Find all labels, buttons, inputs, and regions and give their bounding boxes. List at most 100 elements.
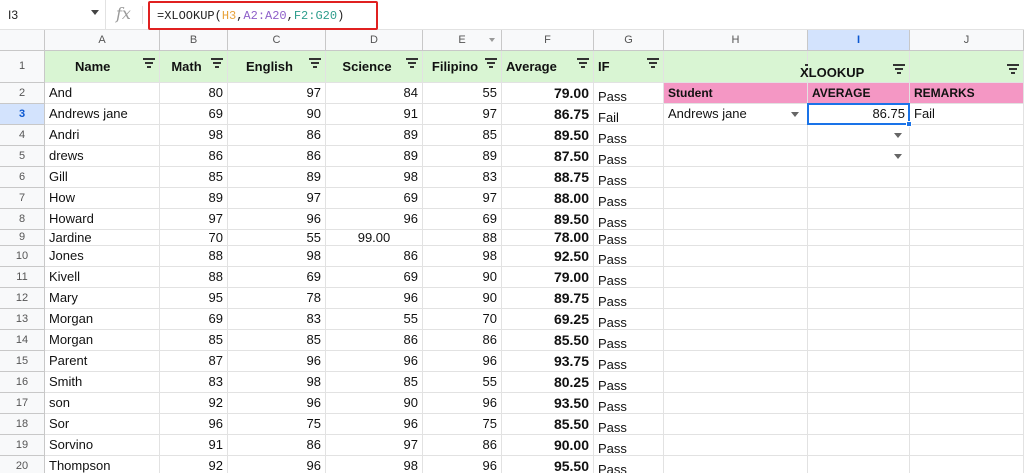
if-cell[interactable]: Pass [594,230,664,246]
name-cell[interactable]: son [45,393,160,414]
name-cell[interactable]: drews [45,146,160,167]
science-cell[interactable]: 98 [326,456,423,473]
science-cell[interactable]: 90 [326,393,423,414]
math-cell[interactable]: 96 [160,414,228,435]
row-header-18[interactable]: 18 [0,414,45,435]
filter-icon[interactable] [309,58,321,68]
empty-cell[interactable] [664,209,808,230]
name-cell[interactable]: Gill [45,167,160,188]
filipino-cell[interactable]: 97 [423,104,502,125]
empty-cell[interactable] [910,246,1024,267]
empty-cell[interactable] [910,393,1024,414]
filipino-cell[interactable]: 96 [423,456,502,473]
math-cell[interactable]: 88 [160,246,228,267]
name-cell[interactable]: Jones [45,246,160,267]
column-header-i[interactable]: I [808,30,910,51]
average-cell[interactable]: 89.50 [502,125,594,146]
chevron-down-icon[interactable] [894,133,902,138]
if-cell[interactable]: Pass [594,267,664,288]
empty-cell[interactable] [808,393,910,414]
name-cell[interactable]: Andri [45,125,160,146]
empty-cell[interactable] [664,246,808,267]
empty-cell[interactable] [910,456,1024,473]
column-header-e[interactable]: E [423,30,502,51]
math-cell[interactable]: 87 [160,351,228,372]
empty-cell[interactable] [664,167,808,188]
empty-cell[interactable] [808,230,910,246]
header-cell-filipino[interactable]: Filipino [423,51,502,83]
average-cell[interactable]: 79.00 [502,267,594,288]
empty-cell[interactable] [664,330,808,351]
science-cell[interactable]: 96 [326,351,423,372]
row-header-8[interactable]: 8 [0,209,45,230]
math-cell[interactable]: 83 [160,372,228,393]
english-cell[interactable]: 90 [228,104,326,125]
science-cell[interactable]: 89 [326,125,423,146]
empty-cell[interactable] [664,393,808,414]
empty-cell[interactable] [910,414,1024,435]
if-cell[interactable]: Pass [594,330,664,351]
fill-handle[interactable] [906,121,912,127]
english-cell[interactable]: 75 [228,414,326,435]
empty-cell[interactable] [910,435,1024,456]
filter-icon[interactable] [1007,64,1019,74]
column-header-j[interactable]: J [910,30,1024,51]
english-cell[interactable]: 98 [228,246,326,267]
english-cell[interactable]: 85 [228,330,326,351]
filipino-cell[interactable]: 70 [423,309,502,330]
average-cell[interactable]: 86.75 [502,104,594,125]
header-cell-if[interactable]: IF [594,51,664,83]
if-cell[interactable]: Pass [594,188,664,209]
row-header-15[interactable]: 15 [0,351,45,372]
empty-cell[interactable] [910,351,1024,372]
empty-cell[interactable] [808,267,910,288]
chevron-down-icon[interactable] [91,10,99,15]
row-header-19[interactable]: 19 [0,435,45,456]
english-cell[interactable]: 96 [228,351,326,372]
math-cell[interactable]: 88 [160,267,228,288]
empty-cell[interactable] [808,435,910,456]
filipino-cell[interactable]: 97 [423,188,502,209]
empty-cell[interactable] [910,209,1024,230]
row-header-1[interactable]: 1 [0,51,45,83]
row-header-14[interactable]: 14 [0,330,45,351]
empty-cell[interactable] [808,372,910,393]
if-cell[interactable]: Pass [594,146,664,167]
empty-cell[interactable] [910,309,1024,330]
empty-cell[interactable] [664,351,808,372]
empty-cell[interactable] [808,167,910,188]
header-cell-average[interactable]: Average [502,51,594,83]
filipino-cell[interactable]: 86 [423,330,502,351]
if-cell[interactable]: Pass [594,83,664,104]
science-cell[interactable]: 99.00 [326,230,423,246]
average-cell[interactable]: 80.25 [502,372,594,393]
filipino-cell[interactable]: 55 [423,83,502,104]
header-cell-j[interactable] [910,51,1024,83]
science-cell[interactable]: 86 [326,246,423,267]
chevron-down-icon[interactable] [894,154,902,159]
filter-icon[interactable] [893,64,905,74]
filter-icon[interactable] [406,58,418,68]
chevron-down-icon[interactable] [489,38,495,42]
row-header-16[interactable]: 16 [0,372,45,393]
name-cell[interactable]: Mary [45,288,160,309]
empty-cell[interactable] [910,372,1024,393]
empty-cell[interactable] [808,288,910,309]
filipino-cell[interactable]: 90 [423,267,502,288]
science-cell[interactable]: 96 [326,414,423,435]
empty-cell[interactable] [808,414,910,435]
name-cell[interactable]: Jardine [45,230,160,246]
math-cell[interactable]: 92 [160,393,228,414]
average-cell[interactable]: 95.50 [502,456,594,473]
english-cell[interactable]: 96 [228,393,326,414]
row-header-4[interactable]: 4 [0,125,45,146]
if-cell[interactable]: Pass [594,246,664,267]
average-cell[interactable]: 88.75 [502,167,594,188]
column-header-h[interactable]: H [664,30,808,51]
average-cell[interactable]: 93.50 [502,393,594,414]
filipino-cell[interactable]: 69 [423,209,502,230]
header-cell-english[interactable]: English [228,51,326,83]
empty-cell[interactable] [664,414,808,435]
average-cell[interactable]: 88.00 [502,188,594,209]
if-cell[interactable]: Pass [594,209,664,230]
